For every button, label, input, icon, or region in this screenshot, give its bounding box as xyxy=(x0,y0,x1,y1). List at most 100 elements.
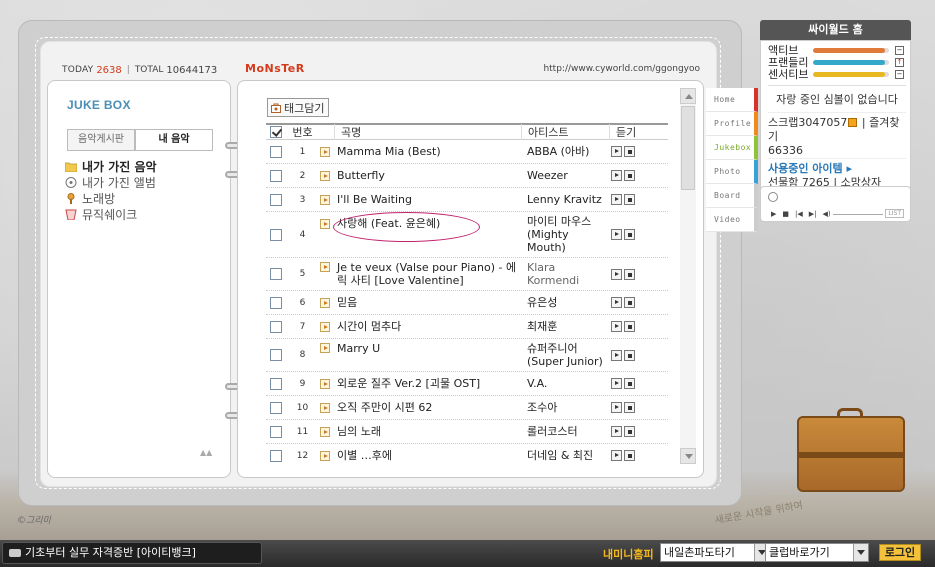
row-checkbox[interactable] xyxy=(269,145,282,158)
table-row[interactable]: 3 I'll Be Waiting Lenny Kravitz xyxy=(266,188,668,212)
preview-icon[interactable] xyxy=(320,321,330,332)
play-icon[interactable] xyxy=(611,170,622,181)
row-title[interactable]: 님의 노래 xyxy=(334,425,521,438)
row-checkbox[interactable] xyxy=(269,377,282,390)
stop-icon[interactable] xyxy=(624,194,635,205)
minus-icon[interactable]: − xyxy=(895,45,904,55)
login-button[interactable]: 로그인 xyxy=(879,544,921,561)
row-title[interactable]: Mamma Mia (Best) xyxy=(334,145,521,158)
play-icon[interactable] xyxy=(611,146,622,157)
play-icon[interactable] xyxy=(611,268,622,280)
row-title[interactable]: 이별 …후에 xyxy=(334,449,521,462)
club-shortcut-select[interactable]: 클럽바로가기 xyxy=(765,543,869,562)
stop-icon[interactable] xyxy=(624,146,635,157)
volume-icon[interactable]: ◀) xyxy=(823,210,831,218)
preview-icon[interactable] xyxy=(320,297,330,308)
row-title[interactable]: 시간이 멈추다 xyxy=(334,320,521,333)
stop-icon[interactable] xyxy=(624,321,635,332)
tab-my-music[interactable]: 내 음악 xyxy=(135,129,213,150)
play-icon[interactable] xyxy=(611,194,622,205)
row-title[interactable]: Marry U xyxy=(334,342,521,355)
preview-icon[interactable] xyxy=(320,450,330,461)
side-tab-home[interactable]: Home xyxy=(706,88,758,112)
stop-icon[interactable] xyxy=(624,450,635,461)
row-checkbox[interactable] xyxy=(269,449,282,462)
preview-icon[interactable] xyxy=(320,343,330,353)
row-checkbox[interactable] xyxy=(269,169,282,182)
side-tab-profile[interactable]: Profile xyxy=(706,112,758,136)
playlist-button[interactable]: LIST xyxy=(885,209,904,218)
preview-icon[interactable] xyxy=(320,170,330,181)
row-checkbox[interactable] xyxy=(269,401,282,414)
table-row[interactable]: 8 Marry U 슈퍼주니어 (Super Junior) xyxy=(266,339,668,372)
play-icon[interactable] xyxy=(611,378,622,389)
song-list-scrollbar[interactable] xyxy=(680,88,696,464)
side-tab-photo[interactable]: Photo xyxy=(706,160,758,184)
play-icon[interactable] xyxy=(611,229,622,240)
row-checkbox[interactable] xyxy=(269,349,282,361)
play-icon[interactable] xyxy=(611,321,622,332)
play-icon[interactable] xyxy=(611,297,622,308)
table-row[interactable]: 12 이별 …후에 더네임 & 최진 xyxy=(266,444,668,465)
stop-icon[interactable] xyxy=(624,229,635,240)
row-checkbox[interactable] xyxy=(269,320,282,333)
row-checkbox[interactable] xyxy=(269,296,282,309)
table-row[interactable]: 1 Mamma Mia (Best) ABBA (아바) xyxy=(266,140,668,164)
scroll-thumb[interactable] xyxy=(681,106,695,190)
tab-music-board[interactable]: 음악게시판 xyxy=(67,129,135,150)
ilchon-wave-select[interactable]: 내일촌파도타기 xyxy=(660,543,770,562)
next-icon[interactable]: ▶| xyxy=(809,210,817,218)
preview-icon[interactable] xyxy=(320,378,330,389)
tag-add-button[interactable]: 태그담기 xyxy=(267,98,330,117)
menu-item-my-music[interactable]: 내가 가진 음악 xyxy=(65,158,157,174)
stop-icon[interactable] xyxy=(624,378,635,389)
table-row[interactable]: 10 오직 주만이 시편 62 조수아 xyxy=(266,396,668,420)
menu-item-my-album[interactable]: 내가 가진 앨범 xyxy=(65,174,157,190)
row-checkbox[interactable] xyxy=(269,425,282,438)
stop-icon[interactable] xyxy=(624,402,635,413)
scroll-top-mark[interactable]: ▲▲ xyxy=(200,448,212,457)
row-checkbox[interactable] xyxy=(269,268,282,280)
table-row[interactable]: 2 Butterfly Weezer xyxy=(266,164,668,188)
stop-icon[interactable] xyxy=(624,170,635,181)
stop-icon[interactable]: ■ xyxy=(782,210,789,218)
table-row[interactable]: 7 시간이 멈추다 최재훈 xyxy=(266,315,668,339)
select-all-checkbox[interactable] xyxy=(269,126,282,138)
preview-icon[interactable] xyxy=(320,219,330,229)
row-title[interactable]: 믿음 xyxy=(334,296,521,309)
preview-icon[interactable] xyxy=(320,262,330,272)
row-title[interactable]: Butterfly xyxy=(334,169,521,182)
previous-icon[interactable]: |◀ xyxy=(795,210,803,218)
row-title[interactable]: Je te veux (Valse pour Piano) - 에릭 사티 [L… xyxy=(334,261,521,287)
row-title[interactable]: I'll Be Waiting xyxy=(334,193,521,206)
preview-icon[interactable] xyxy=(320,194,330,205)
stop-icon[interactable] xyxy=(624,268,635,280)
items-in-use-link[interactable]: 사용중인 아이템 ▸ xyxy=(768,162,852,175)
homepage-url[interactable]: http://www.cyworld.com/ggongyoo xyxy=(543,64,700,74)
minus-icon[interactable]: − xyxy=(895,69,904,79)
preview-icon[interactable] xyxy=(320,402,330,413)
volume-slider[interactable] xyxy=(833,214,883,215)
row-title[interactable]: 오직 주만이 시편 62 xyxy=(334,401,521,414)
table-row[interactable]: 11 님의 노래 롤러코스터 xyxy=(266,420,668,444)
play-icon[interactable] xyxy=(611,426,622,437)
side-tab-board[interactable]: Board xyxy=(706,184,758,208)
cyworld-home-link[interactable]: 싸이월드 홈 xyxy=(760,20,911,40)
arrow-up-icon[interactable]: ↑ xyxy=(895,57,904,67)
homepage-title[interactable]: MoNsTeR xyxy=(245,62,305,75)
play-icon[interactable]: ▶ xyxy=(771,210,776,218)
ad-banner[interactable]: 기초부터 실무 자격증반 [아이티뱅크] xyxy=(2,542,262,564)
menu-item-musicshake[interactable]: 뮤직쉐이크 xyxy=(65,206,157,222)
scrap-label[interactable]: 스크랩 xyxy=(768,116,798,129)
scroll-down-icon[interactable] xyxy=(680,448,696,464)
table-row[interactable]: 9 외로운 질주 Ver.2 [괴물 OST] V.A. xyxy=(266,372,668,396)
menu-item-karaoke[interactable]: 노래방 xyxy=(65,190,157,206)
side-tab-video[interactable]: Video xyxy=(706,208,758,232)
row-title[interactable]: 외로운 질주 Ver.2 [괴물 OST] xyxy=(334,377,521,390)
play-icon[interactable] xyxy=(611,349,622,361)
stop-icon[interactable] xyxy=(624,297,635,308)
side-tab-jukebox[interactable]: Jukebox xyxy=(706,136,758,160)
play-icon[interactable] xyxy=(611,450,622,461)
my-minihompy-link[interactable]: 내미니홈피 xyxy=(603,546,654,562)
row-checkbox[interactable] xyxy=(269,193,282,206)
